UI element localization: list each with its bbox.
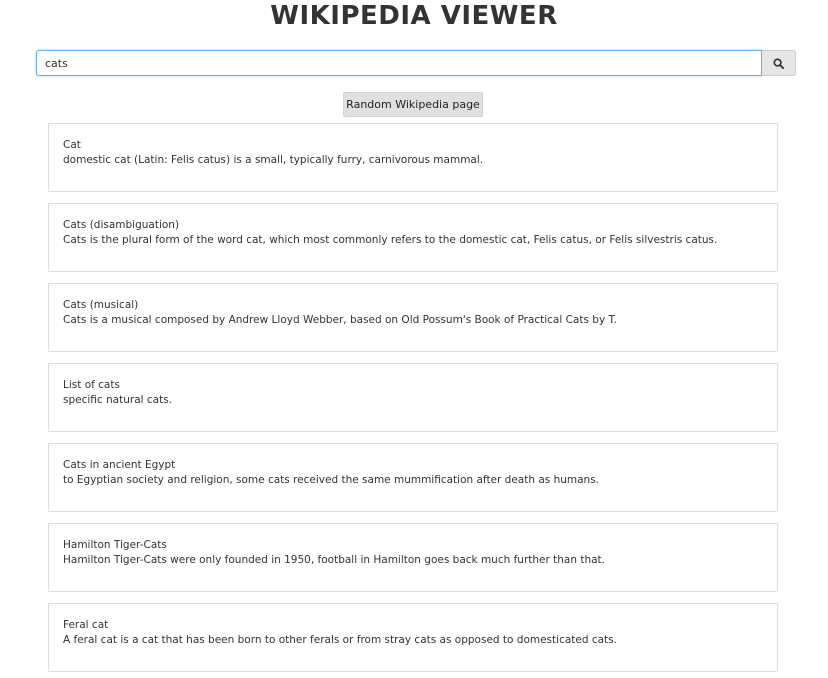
random-page-button[interactable]: Random Wikipedia page — [343, 92, 483, 117]
result-title: Cats (disambiguation) — [63, 219, 180, 231]
result-item[interactable]: Cats in ancient Egypt to Egyptian societ… — [48, 443, 778, 512]
result-snippet: domestic cat (Latin: Felis catus) is a s… — [63, 154, 484, 166]
result-title: Hamilton Tiger-Cats — [63, 539, 167, 551]
result-snippet: specific natural cats. — [63, 394, 173, 406]
result-snippet: Cats is the plural form of the word cat,… — [63, 234, 718, 246]
result-item[interactable]: Cats (musical) Cats is a musical compose… — [48, 283, 778, 352]
results-list: Cat domestic cat (Latin: Felis catus) is… — [48, 123, 778, 678]
search-button[interactable] — [762, 50, 796, 76]
result-title: List of cats — [63, 379, 120, 391]
result-title: Cats in ancient Egypt — [63, 459, 176, 471]
result-title: Cats (musical) — [63, 299, 139, 311]
result-snippet: to Egyptian society and religion, some c… — [63, 474, 600, 486]
search-input[interactable] — [36, 50, 762, 76]
result-title: Cat — [63, 139, 81, 151]
page-title: WIKIPEDIA VIEWER — [270, 1, 558, 31]
result-item[interactable]: Cats (disambiguation) Cats is the plural… — [48, 203, 778, 272]
result-snippet: Hamilton Tiger-Cats were only founded in… — [63, 554, 606, 566]
result-item[interactable]: List of cats specific natural cats. — [48, 363, 778, 432]
result-item[interactable]: Feral cat A feral cat is a cat that has … — [48, 603, 778, 672]
search-icon — [773, 57, 784, 69]
result-item[interactable]: Cat domestic cat (Latin: Felis catus) is… — [48, 123, 778, 192]
result-item[interactable]: Hamilton Tiger-Cats Hamilton Tiger-Cats … — [48, 523, 778, 592]
search-bar — [36, 50, 796, 76]
result-snippet: A feral cat is a cat that has been born … — [63, 634, 617, 646]
result-title: Feral cat — [63, 619, 109, 631]
page: WIKIPEDIA VIEWER Random Wikipedia page C… — [0, 0, 828, 678]
result-snippet: Cats is a musical composed by Andrew Llo… — [63, 314, 618, 326]
